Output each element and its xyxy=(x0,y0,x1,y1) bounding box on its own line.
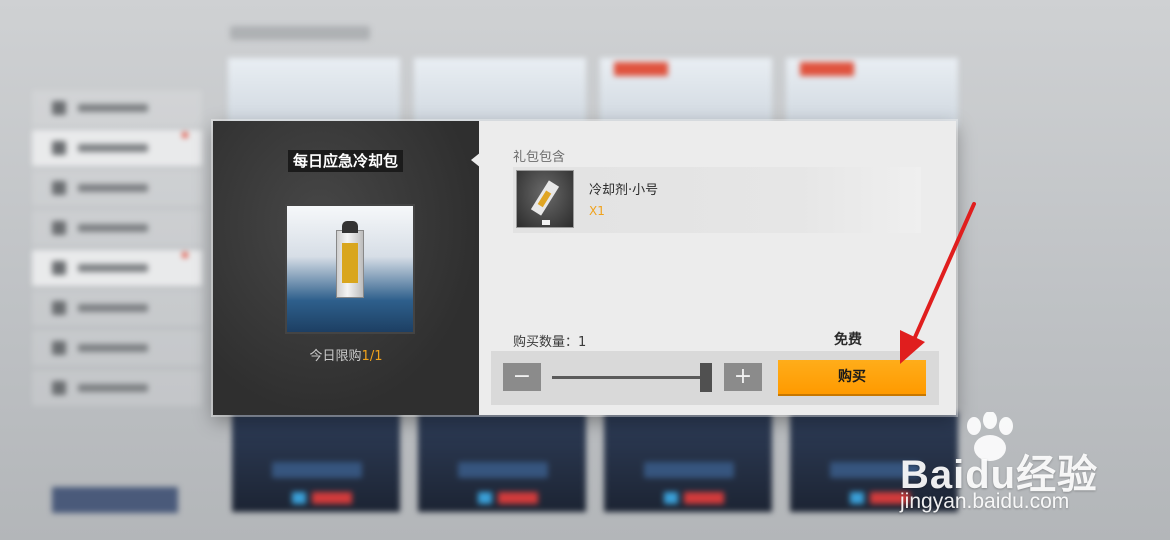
background-nav-item xyxy=(32,290,202,326)
background-card xyxy=(604,412,772,512)
background-nav-item xyxy=(32,210,202,246)
background-nav-item xyxy=(32,130,202,166)
background-card xyxy=(418,412,586,512)
purchase-limit-count: 1/1 xyxy=(361,349,383,364)
pack-title: 每日应急冷却包 xyxy=(288,150,404,172)
pack-detail-panel: 礼包包含 冷却剂·小号 X1 购买数量：1 免费 − + 购买 xyxy=(479,121,956,415)
quantity-label: 购买数量：1 xyxy=(513,335,587,350)
buy-button[interactable]: 购买 xyxy=(778,360,926,394)
background-nav-item xyxy=(32,370,202,406)
watermark-url: jingyan.baidu.com xyxy=(900,490,1070,513)
purchase-limit-label: 今日限购 xyxy=(309,349,362,364)
coolant-canister-image xyxy=(336,221,364,298)
price-label: 免费 xyxy=(834,332,862,348)
background-tile xyxy=(786,58,958,128)
background-nav-item xyxy=(32,90,202,126)
decrease-quantity-button[interactable]: − xyxy=(503,363,541,391)
background-tile xyxy=(414,58,586,128)
background-nav-item xyxy=(32,330,202,366)
background-header xyxy=(230,26,370,40)
purchase-limit: 今日限购1/1 xyxy=(213,345,479,364)
background-nav-item xyxy=(32,250,202,286)
background-card xyxy=(232,412,400,512)
pack-preview-panel: 每日应急冷却包 今日限购1/1 xyxy=(213,121,479,415)
increase-quantity-button[interactable]: + xyxy=(724,363,762,391)
item-quantity: X1 xyxy=(589,204,605,218)
pack-image xyxy=(285,204,415,334)
background-tile xyxy=(228,58,400,128)
item-name: 冷却剂·小号 xyxy=(589,183,659,198)
quantity-slider-track[interactable] xyxy=(552,376,712,379)
background-sidebar xyxy=(32,90,202,410)
background-tile xyxy=(600,58,772,128)
background-nav-item xyxy=(32,170,202,206)
item-thumbnail xyxy=(516,170,574,228)
pack-item-row[interactable]: 冷却剂·小号 X1 xyxy=(513,167,921,233)
background-bottom-button xyxy=(52,487,178,513)
purchase-dialog: 每日应急冷却包 今日限购1/1 礼包包含 冷却剂·小号 X1 购买数量：1 免费… xyxy=(213,121,956,415)
baidu-jingyan-watermark: Baidu经验 jingyan.baidu.com xyxy=(900,412,1130,522)
quantity-slider-handle[interactable] xyxy=(700,363,712,392)
quantity-control-bar: − + 购买 xyxy=(491,351,939,405)
contents-label: 礼包包含 xyxy=(513,150,566,165)
